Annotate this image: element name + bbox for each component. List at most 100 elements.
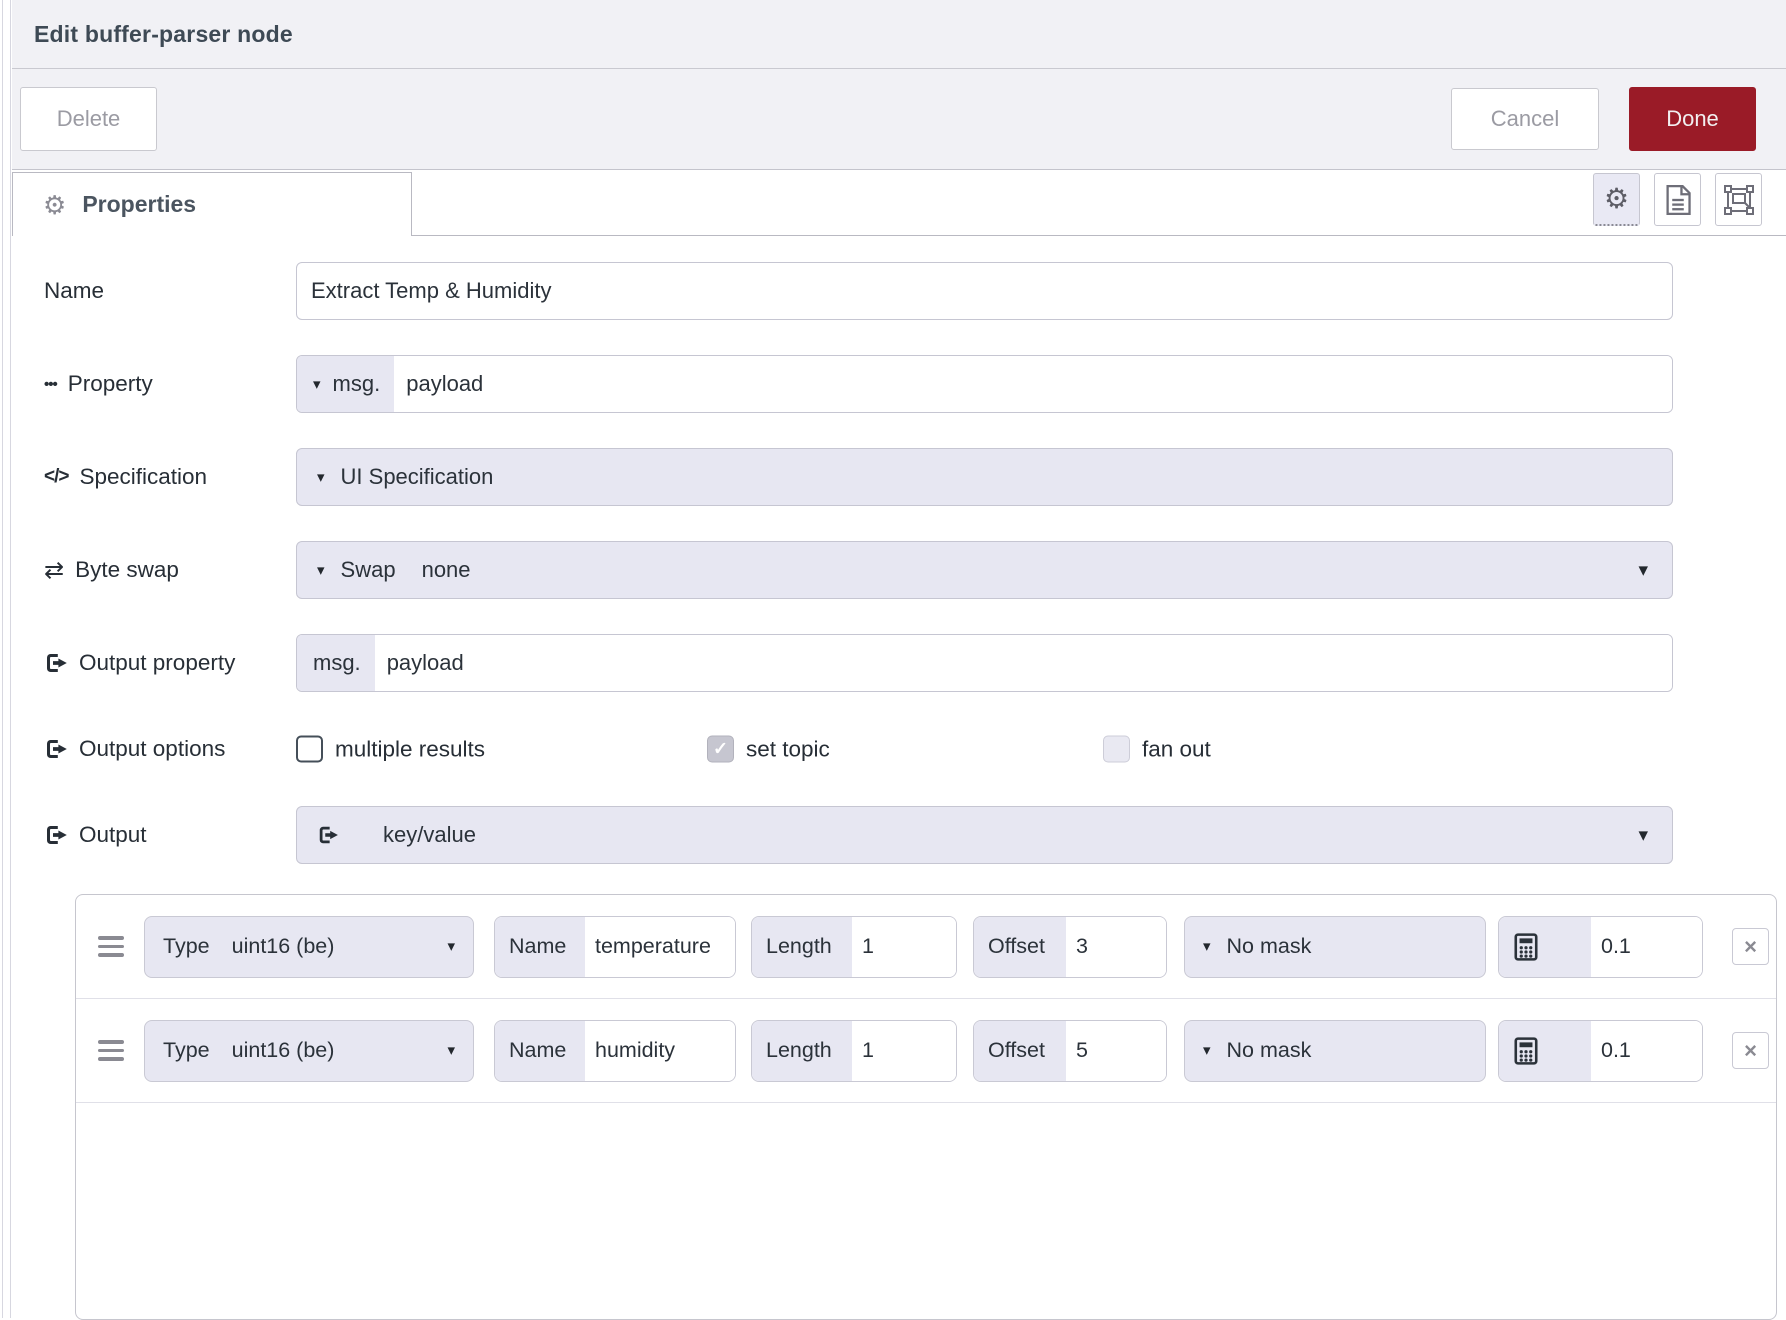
dialog-left-edge xyxy=(2,0,3,1318)
item-length-input[interactable] xyxy=(852,1021,956,1081)
output-property-label: Output property xyxy=(44,650,296,676)
form-row-specification: </> Specification ▾ UI Specification xyxy=(44,448,1786,506)
form-row-property: ••• Property ▾ msg. xyxy=(44,355,1786,413)
item-name-field: Name xyxy=(494,1020,736,1082)
byte-swap-type: Swap xyxy=(341,557,396,583)
output-property-prefix[interactable]: msg. xyxy=(297,635,375,691)
form-row-output: Output key/value ▾ xyxy=(44,806,1786,864)
gear-icon: ⚙ xyxy=(1604,185,1629,213)
close-icon: × xyxy=(1744,936,1757,958)
dialog-title: Edit buffer-parser node xyxy=(34,21,293,48)
output-property-typed-input: msg. xyxy=(296,634,1673,692)
option-set-topic: ✓ set topic xyxy=(707,736,830,763)
remove-item-button[interactable]: × xyxy=(1732,928,1769,965)
chevron-down-icon: ▾ xyxy=(447,939,455,954)
calculator-icon xyxy=(1513,1037,1539,1065)
item-scale-input[interactable] xyxy=(1591,917,1702,977)
chevron-down-icon: ▾ xyxy=(317,563,325,578)
chevron-down-icon: ▾ xyxy=(1203,939,1211,954)
chevron-down-icon: ▾ xyxy=(317,470,325,485)
specification-label: </> Specification xyxy=(44,464,296,490)
item-type-select[interactable]: Type uint16 (be) ▾ xyxy=(144,916,474,978)
dialog-toolbar: Delete Cancel Done xyxy=(12,69,1786,170)
output-value: key/value xyxy=(383,822,476,848)
remove-item-button[interactable]: × xyxy=(1732,1032,1769,1069)
form-row-output-options: Output options multiple results ✓ set to… xyxy=(44,727,1786,771)
property-type-button[interactable]: ▾ msg. xyxy=(297,356,394,412)
property-prefix: msg. xyxy=(333,371,381,397)
done-button[interactable]: Done xyxy=(1629,87,1756,151)
dots-icon: ••• xyxy=(44,376,57,393)
appearance-view-button[interactable] xyxy=(1715,173,1762,226)
appearance-icon xyxy=(1724,185,1754,215)
edit-node-dialog: Edit buffer-parser node Delete Cancel Do… xyxy=(12,0,1786,1318)
description-view-button[interactable] xyxy=(1654,173,1701,226)
tab-row: ⚙ Properties ⚙ xyxy=(12,170,1786,236)
item-offset-field: Offset xyxy=(973,916,1167,978)
code-icon: </> xyxy=(44,466,68,488)
fan-out-checkbox[interactable] xyxy=(1103,736,1130,763)
close-icon: × xyxy=(1744,1040,1757,1062)
specification-select[interactable]: ▾ UI Specification xyxy=(296,448,1673,506)
delete-button[interactable]: Delete xyxy=(20,87,157,151)
form-row-output-property: Output property msg. xyxy=(44,634,1786,692)
item-length-field: Length xyxy=(751,916,957,978)
option-multiple-results: multiple results xyxy=(296,736,485,763)
item-row-temperature: Type uint16 (be) ▾ Name Length Offset xyxy=(76,895,1776,999)
item-type-select[interactable]: Type uint16 (be) ▾ xyxy=(144,1020,474,1082)
sign-out-icon xyxy=(44,823,68,847)
byte-swap-value: none xyxy=(422,557,471,583)
output-options-label: Output options xyxy=(44,736,296,762)
document-icon xyxy=(1665,185,1691,215)
drag-handle-icon[interactable] xyxy=(98,1040,128,1061)
item-mask-select[interactable]: ▾ No mask xyxy=(1184,1020,1486,1082)
multiple-results-checkbox[interactable] xyxy=(296,736,323,763)
tab-buttons: ⚙ xyxy=(1593,173,1762,226)
item-list: Type uint16 (be) ▾ Name Length Offset xyxy=(75,894,1777,1320)
property-label: ••• Property xyxy=(44,371,296,397)
output-label: Output xyxy=(44,822,296,848)
name-input[interactable] xyxy=(296,262,1673,320)
sign-out-icon xyxy=(317,824,339,846)
option-fan-out: fan out xyxy=(1103,736,1211,763)
properties-view-button[interactable]: ⚙ xyxy=(1593,173,1640,226)
output-select[interactable]: key/value ▾ xyxy=(296,806,1673,864)
item-offset-input[interactable] xyxy=(1066,1021,1166,1081)
item-scale-field xyxy=(1498,916,1703,978)
form-row-name: Name xyxy=(44,262,1786,320)
item-name-input[interactable] xyxy=(585,1021,735,1081)
chevron-down-icon: ▾ xyxy=(313,377,321,392)
swap-arrows-icon: ⇄ xyxy=(44,556,64,585)
sign-out-icon xyxy=(44,737,68,761)
item-offset-input[interactable] xyxy=(1066,917,1166,977)
item-mask-select[interactable]: ▾ No mask xyxy=(1184,916,1486,978)
dialog-left-edge-inner xyxy=(10,0,11,1318)
specification-value: UI Specification xyxy=(341,464,494,490)
name-label: Name xyxy=(44,278,296,304)
byte-swap-select[interactable]: ▾ Swap none ▾ xyxy=(296,541,1673,599)
chevron-down-icon: ▾ xyxy=(1203,1043,1211,1058)
drag-handle-icon[interactable] xyxy=(98,936,128,957)
item-name-input[interactable] xyxy=(585,917,735,977)
dialog-titlebar: Edit buffer-parser node xyxy=(12,0,1786,69)
chevron-down-icon: ▾ xyxy=(447,1043,455,1058)
cancel-button[interactable]: Cancel xyxy=(1451,88,1599,150)
chevron-down-icon: ▾ xyxy=(1638,826,1648,845)
item-scale-field xyxy=(1498,1020,1703,1082)
sign-out-icon xyxy=(44,651,68,675)
properties-form: Name ••• Property ▾ msg. xyxy=(12,236,1786,1320)
chevron-down-icon: ▾ xyxy=(1638,561,1648,580)
check-icon: ✓ xyxy=(713,739,728,760)
item-length-input[interactable] xyxy=(852,917,956,977)
item-scale-input[interactable] xyxy=(1591,1021,1702,1081)
tab-properties-label: Properties xyxy=(82,191,196,218)
item-row-humidity: Type uint16 (be) ▾ Name Length Offset xyxy=(76,999,1776,1103)
gear-icon: ⚙ xyxy=(43,192,66,218)
form-row-byte-swap: ⇄ Byte swap ▾ Swap none ▾ xyxy=(44,541,1786,599)
set-topic-checkbox[interactable]: ✓ xyxy=(707,736,734,763)
tab-properties[interactable]: ⚙ Properties xyxy=(12,172,412,236)
output-property-value-input[interactable] xyxy=(375,635,1672,691)
calculator-icon xyxy=(1513,933,1539,961)
property-value-input[interactable] xyxy=(394,356,1672,412)
item-offset-field: Offset xyxy=(973,1020,1167,1082)
